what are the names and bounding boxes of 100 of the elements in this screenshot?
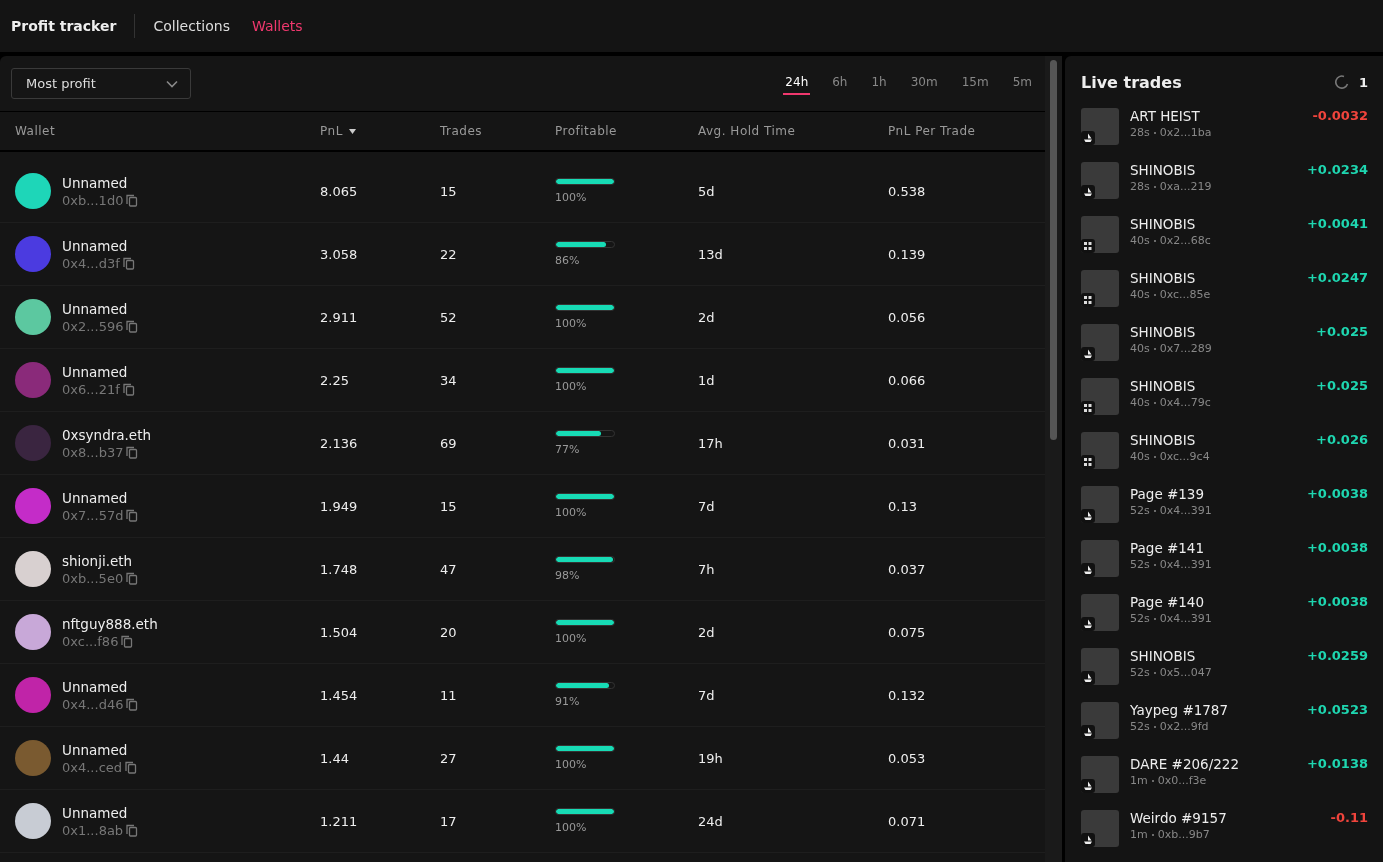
column-header[interactable]: PnL bbox=[320, 124, 356, 138]
pnl-value: 3.058 bbox=[320, 246, 359, 262]
trader-address: 0x7...289 bbox=[1159, 342, 1212, 355]
copy-icon[interactable] bbox=[126, 508, 139, 522]
trade-time: 52s bbox=[1130, 666, 1150, 679]
copy-icon[interactable] bbox=[122, 256, 135, 270]
nft-name[interactable]: Yaypeg #1787 bbox=[1130, 702, 1296, 718]
copy-icon[interactable] bbox=[126, 571, 139, 585]
trader-address: 0x4...79c bbox=[1159, 396, 1211, 409]
nft-name[interactable]: SHINOBIS bbox=[1130, 270, 1296, 286]
nft-name[interactable]: SHINOBIS bbox=[1130, 216, 1296, 232]
nav-tab[interactable]: Collections bbox=[153, 18, 230, 34]
profit-change: +0.026 bbox=[1316, 432, 1368, 447]
ship-icon bbox=[1081, 617, 1095, 631]
wallet-name[interactable]: Unnamed bbox=[62, 363, 135, 380]
nft-name[interactable]: Page #141 bbox=[1130, 540, 1296, 556]
wallet-name[interactable]: Unnamed bbox=[62, 741, 138, 758]
hold-time: 17h bbox=[698, 435, 724, 451]
ship-icon bbox=[1081, 509, 1095, 523]
profit-change: +0.0038 bbox=[1306, 540, 1368, 555]
pnl-per-trade: 0.056 bbox=[888, 309, 927, 325]
profit-bar bbox=[555, 304, 615, 311]
trades-count: 15 bbox=[440, 183, 458, 199]
app-title: Profit tracker bbox=[11, 18, 117, 34]
nft-name[interactable]: Page #140 bbox=[1130, 594, 1296, 610]
trades-count: 17 bbox=[440, 813, 458, 829]
profit-change: +0.0038 bbox=[1306, 486, 1368, 501]
copy-icon[interactable] bbox=[126, 445, 139, 459]
wallet-name[interactable]: Unnamed bbox=[62, 237, 135, 254]
trader-address: 0x4...391 bbox=[1159, 558, 1212, 571]
trade-time: 40s bbox=[1130, 288, 1150, 301]
sort-dropdown[interactable]: Most profit bbox=[11, 68, 191, 99]
copy-icon[interactable] bbox=[126, 823, 139, 837]
copy-icon[interactable] bbox=[126, 319, 139, 333]
nft-name[interactable]: DARE #206/222 bbox=[1130, 756, 1296, 772]
period-tab[interactable]: 1h bbox=[869, 72, 889, 95]
wallet-name[interactable]: Unnamed bbox=[62, 804, 139, 821]
column-header[interactable]: PnL Per Trade bbox=[888, 124, 976, 138]
wallet-name[interactable]: nftguy888.eth bbox=[62, 615, 158, 632]
pnl-per-trade: 0.037 bbox=[888, 561, 927, 577]
wallet-address: 0xb...5e0 bbox=[62, 570, 124, 586]
copy-icon[interactable] bbox=[126, 697, 139, 711]
profitable-percent: 98% bbox=[555, 569, 581, 582]
wallet-name[interactable]: Unnamed bbox=[62, 678, 139, 695]
nft-name[interactable]: Weirdo #9157 bbox=[1130, 810, 1320, 826]
column-header[interactable]: Trades bbox=[440, 124, 483, 138]
nft-name[interactable]: SHINOBIS bbox=[1130, 162, 1296, 178]
period-tab[interactable]: 24h bbox=[783, 72, 811, 95]
trade-count: 1 bbox=[1358, 74, 1368, 90]
profitable-percent: 77% bbox=[555, 443, 581, 456]
column-header[interactable]: Wallet bbox=[15, 124, 56, 138]
hold-time: 24d bbox=[698, 813, 724, 829]
column-header[interactable]: Avg. Hold Time bbox=[698, 124, 796, 138]
profit-bar bbox=[555, 178, 615, 185]
nft-name[interactable]: ART HEIST bbox=[1130, 108, 1302, 124]
trade-time: 40s bbox=[1130, 234, 1150, 247]
wallet-name[interactable]: 0xsyndra.eth bbox=[62, 426, 151, 443]
ship-icon bbox=[1081, 563, 1095, 577]
trader-address: 0x5...047 bbox=[1159, 666, 1212, 679]
profit-bar bbox=[555, 556, 615, 563]
pnl-value: 1.949 bbox=[320, 498, 359, 514]
pnl-value: 1.211 bbox=[320, 813, 359, 829]
nft-name[interactable]: SHINOBIS bbox=[1130, 378, 1305, 394]
panel-title: Live trades bbox=[1081, 72, 1182, 92]
trade-time: 40s bbox=[1130, 450, 1150, 463]
wallet-name[interactable]: Unnamed bbox=[62, 300, 139, 317]
nft-name[interactable]: SHINOBIS bbox=[1130, 324, 1305, 340]
copy-icon[interactable] bbox=[126, 193, 139, 207]
wallet-name[interactable]: Unnamed bbox=[62, 174, 139, 191]
nft-name[interactable]: SHINOBIS bbox=[1130, 432, 1305, 448]
trades-count: 52 bbox=[440, 309, 458, 325]
profit-change: +0.025 bbox=[1316, 378, 1368, 393]
trades-count: 20 bbox=[440, 624, 458, 640]
trade-time: 52s bbox=[1130, 612, 1150, 625]
copy-icon[interactable] bbox=[125, 760, 138, 774]
profit-change: +0.0523 bbox=[1306, 702, 1368, 717]
hold-time: 1d bbox=[698, 372, 716, 388]
wallet-name[interactable]: shionji.eth bbox=[62, 552, 139, 569]
nav-tab[interactable]: Wallets bbox=[251, 18, 303, 34]
column-header[interactable]: Profitable bbox=[555, 124, 617, 138]
trades-count: 47 bbox=[440, 561, 458, 577]
hold-time: 13d bbox=[698, 246, 724, 262]
copy-icon[interactable] bbox=[122, 382, 135, 396]
nft-name[interactable]: SHINOBIS bbox=[1130, 648, 1296, 664]
profitable-percent: 100% bbox=[555, 506, 588, 519]
wallet-name[interactable]: Unnamed bbox=[62, 489, 139, 506]
ship-icon bbox=[1081, 725, 1095, 739]
trade-time: 40s bbox=[1130, 396, 1150, 409]
scrollbar[interactable] bbox=[1045, 56, 1062, 862]
period-tab[interactable]: 6h bbox=[830, 72, 850, 95]
nft-name[interactable]: Page #139 bbox=[1130, 486, 1296, 502]
period-tab[interactable]: 15m bbox=[959, 72, 991, 95]
trades-count: 27 bbox=[440, 750, 458, 766]
period-tab[interactable]: 30m bbox=[908, 72, 940, 95]
trade-time: 28s bbox=[1130, 126, 1150, 139]
chevron-down-icon bbox=[166, 79, 178, 88]
trade-time: 40s bbox=[1130, 342, 1150, 355]
copy-icon[interactable] bbox=[121, 634, 134, 648]
wallet-address: 0x4...d3f bbox=[62, 255, 120, 271]
period-tab[interactable]: 5m bbox=[1010, 72, 1034, 95]
